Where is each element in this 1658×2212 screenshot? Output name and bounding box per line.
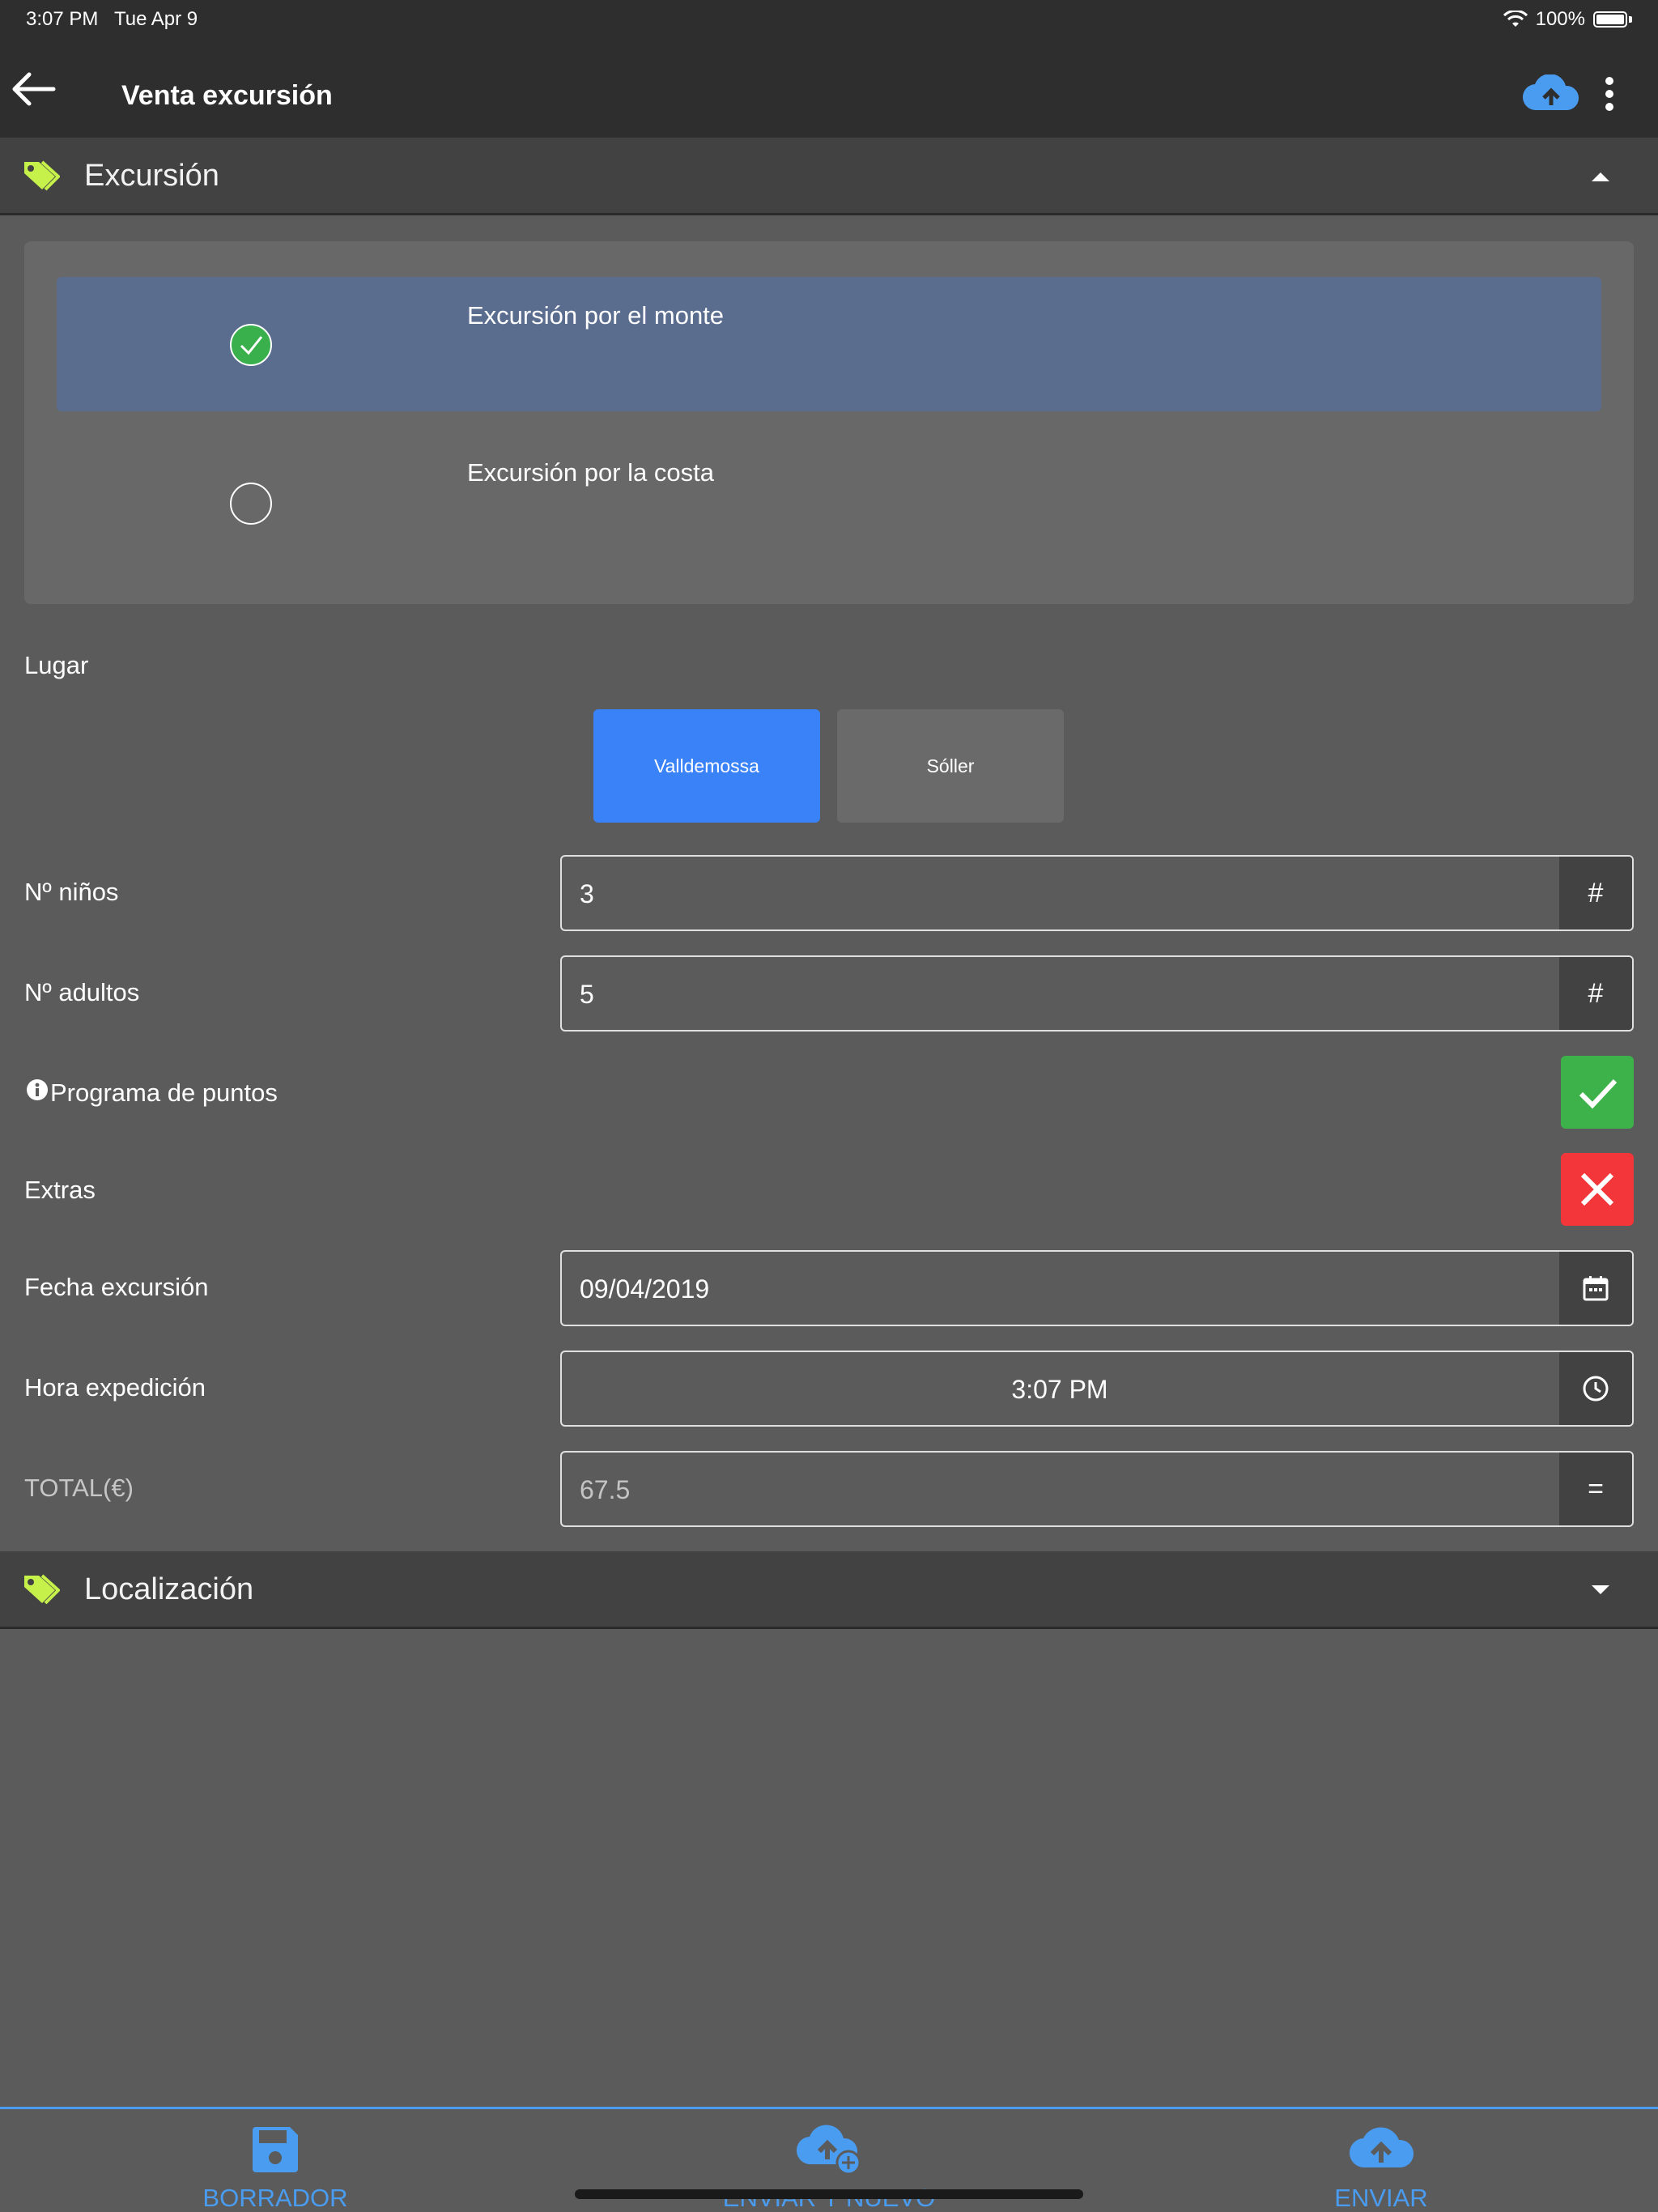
ninos-label: Nº niños <box>24 878 119 906</box>
excursion-radio-group: Excursión por el monte Excursión por la … <box>24 241 1634 604</box>
status-bar: 3:07 PM Tue Apr 9 100% <box>0 0 1658 39</box>
ninos-value: 3 <box>580 879 594 908</box>
section-title-localizacion: Localización <box>84 1572 254 1606</box>
section-header-excursion[interactable]: Excursión <box>0 138 1658 215</box>
extras-label: Extras <box>24 1176 96 1204</box>
fecha-value: 09/04/2019 <box>580 1274 710 1304</box>
total-value: 67.5 <box>580 1475 631 1504</box>
more-vertical-icon[interactable] <box>1595 74 1624 113</box>
adultos-value: 5 <box>580 980 594 1009</box>
wifi-icon <box>1503 11 1528 27</box>
borrador-label: BORRADOR <box>202 2184 348 2212</box>
battery-tip <box>1629 16 1632 23</box>
cloud-upload-icon <box>1349 2127 1414 2168</box>
enviar-label: ENVIAR <box>1334 2184 1428 2212</box>
status-time: 3:07 PM Tue Apr 9 <box>26 8 198 31</box>
fecha-label: Fecha excursión <box>24 1273 209 1301</box>
ninos-input[interactable]: 3 # <box>560 855 1634 931</box>
tag-icon <box>24 1574 60 1605</box>
checkmark-icon <box>240 336 263 355</box>
status-date: Tue Apr 9 <box>113 8 198 30</box>
tag-icon <box>24 160 60 191</box>
section-title-excursion: Excursión <box>84 159 219 193</box>
radio-label-costa: Excursión por la costa <box>467 458 714 487</box>
lugar-label: Lugar <box>24 651 89 679</box>
status-clock: 3:07 PM <box>26 8 99 30</box>
adultos-label: Nº adultos <box>24 978 140 1006</box>
borrador-button[interactable]: BORRADOR <box>113 2109 437 2212</box>
total-input: 67.5 = <box>560 1451 1634 1527</box>
close-icon <box>1580 1172 1614 1206</box>
cloud-upload-plus-icon <box>796 2125 861 2176</box>
check-icon <box>1579 1078 1618 1109</box>
total-label: TOTAL(€) <box>24 1474 134 1502</box>
fecha-input[interactable]: 09/04/2019 <box>560 1250 1634 1326</box>
equals-icon: = <box>1559 1453 1632 1525</box>
calendar-icon[interactable] <box>1559 1252 1632 1325</box>
check-circle-icon <box>230 324 272 366</box>
chevron-up-icon[interactable] <box>1588 168 1613 183</box>
radio-label-monte: Excursión por el monte <box>467 301 725 330</box>
clock-icon[interactable] <box>1559 1352 1632 1425</box>
hora-input[interactable]: 3:07 PM <box>560 1351 1634 1427</box>
radio-empty-icon <box>230 483 272 525</box>
page-title: Venta excursión <box>121 80 333 111</box>
info-icon[interactable] <box>26 1078 49 1101</box>
radio-option-costa[interactable]: Excursión por la costa <box>57 434 1601 568</box>
enviar-button[interactable]: ENVIAR <box>1219 2109 1543 2212</box>
battery-percent: 100% <box>1535 8 1585 30</box>
adultos-input[interactable]: 5 # <box>560 955 1634 1032</box>
battery-icon <box>1593 11 1627 28</box>
hora-label: Hora expedición <box>24 1373 206 1402</box>
chevron-down-icon[interactable] <box>1588 1582 1613 1597</box>
hash-icon: # <box>1559 957 1632 1030</box>
radio-option-monte[interactable]: Excursión por el monte <box>57 277 1601 411</box>
hora-value: 3:07 PM <box>1011 1375 1108 1404</box>
programa-toggle[interactable] <box>1561 1056 1634 1129</box>
arrow-left-icon[interactable] <box>11 71 57 107</box>
hash-icon: # <box>1559 857 1632 929</box>
lugar-option-soller[interactable]: Sóller <box>837 709 1064 823</box>
save-icon <box>253 2127 298 2172</box>
status-right: 100% <box>1503 8 1632 31</box>
lugar-option-valldemossa[interactable]: Valldemossa <box>593 709 820 823</box>
programa-label: Programa de puntos <box>50 1078 278 1107</box>
section-header-localizacion[interactable]: Localización <box>0 1551 1658 1629</box>
extras-toggle[interactable] <box>1561 1153 1634 1226</box>
home-indicator <box>575 2189 1083 2199</box>
cloud-upload-icon[interactable] <box>1522 74 1580 113</box>
app-bar: Venta excursión <box>0 39 1658 138</box>
